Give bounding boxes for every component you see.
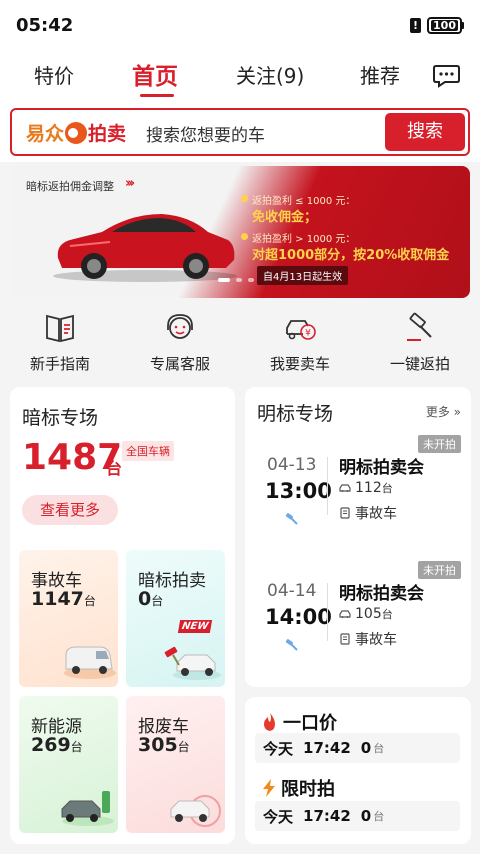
banner-highlight-2: 对超1000部分，按20%收取佣金 (252, 248, 450, 263)
bullet-icon (241, 195, 248, 202)
ev-car-icon (61, 791, 114, 826)
session-car-count: 112台 (339, 480, 393, 496)
brand-name-part1: 易众 (26, 123, 65, 145)
nav-beginner-guide[interactable]: 新手指南 (0, 312, 120, 374)
message-icon[interactable] (433, 64, 460, 88)
tile-accident-car[interactable]: 事故车 1147台 (19, 550, 118, 687)
divider (327, 583, 328, 641)
nav-label: 我要卖车 (269, 355, 330, 373)
car-hammer-icon (164, 646, 221, 680)
session-date: 04-14 (267, 581, 317, 601)
battery-level: 100 (431, 18, 458, 32)
customer-service-icon (167, 314, 193, 339)
status-indicators: ! 100 (410, 16, 464, 34)
lightning-icon (263, 779, 275, 797)
new-tag: NEW (177, 620, 213, 633)
session-title: 明标拍卖会 (339, 458, 424, 478)
tile-count: 305台 (138, 734, 190, 756)
promo-banner[interactable]: 暗标返拍佣金调整 ››› 返拍盈利 ≤ 1000 元： 免收佣金； 返拍盈利 >… (10, 166, 470, 298)
open-bid-card[interactable]: 明标专场 更多 » 未开拍 04-13 13:00 明标拍卖会 112台 事故车… (245, 387, 471, 687)
nav-sell-car[interactable]: ¥ 我要卖车 (240, 312, 360, 374)
deals-card: 一口价 今天 17:42 0台 限时拍 今天 17:42 0台 (245, 697, 471, 844)
chevrons-icon: ››› (125, 176, 135, 191)
van-icon (64, 646, 116, 679)
search-button[interactable]: 搜索 (385, 113, 465, 151)
brand-logo: 易众 拍卖 (26, 119, 126, 146)
search-input[interactable]: 搜索您想要的车 (146, 121, 265, 146)
fire-icon (264, 713, 275, 731)
brand-mark-icon (65, 121, 88, 144)
auction-hammer-icon (407, 312, 432, 341)
more-link[interactable]: 更多 » (426, 403, 461, 420)
battery-icon: 100 (427, 16, 464, 34)
tile-new-energy[interactable]: 新能源 269台 (19, 696, 118, 833)
count-unit: 台 (106, 459, 123, 478)
bullet-icon (241, 233, 248, 240)
status-time: 05:42 (16, 14, 74, 36)
fixed-price-title[interactable]: 一口价 (261, 709, 337, 735)
banner-tag: 暗标返拍佣金调整 (26, 180, 114, 193)
search-area: 易众 拍卖 搜索您想要的车 搜索 (0, 106, 480, 162)
tab-home[interactable]: 首页 (132, 57, 178, 91)
tile-count: 1147台 (31, 588, 96, 610)
session-category: 事故车 (339, 503, 397, 523)
tile-count: 269台 (31, 734, 83, 756)
sell-car-icon: ¥ (286, 320, 316, 340)
nav-label: 新手指南 (29, 355, 90, 373)
fixed-price-row[interactable]: 今天 17:42 0台 (255, 733, 460, 763)
banner-line-1: 返拍盈利 ≤ 1000 元： (252, 196, 356, 207)
battery-alert-icon: ! (410, 17, 422, 33)
session-time: 14:00 (265, 605, 332, 629)
nav-label: 一键返拍 (389, 355, 450, 373)
session-car-count: 105台 (339, 606, 393, 622)
hidden-bid-card[interactable]: 暗标专场 1487 台 全国车辆 查看更多 事故车 1147台 暗标拍卖 0台 … (10, 387, 235, 844)
hammer-icon (285, 639, 298, 651)
svg-text:¥: ¥ (305, 329, 311, 339)
session-time: 13:00 (265, 479, 332, 503)
status-badge: 未开拍 (418, 561, 461, 579)
red-sedan-image (53, 214, 237, 282)
banner-line-2: 返拍盈利 > 1000 元： (252, 234, 356, 245)
search-box[interactable]: 易众 拍卖 搜索您想要的车 搜索 (10, 108, 470, 156)
car-icon (339, 484, 351, 492)
banner-effective-date: 自4月13日起生效 (257, 266, 349, 285)
nationwide-badge: 全国车辆 (122, 441, 174, 461)
nav-label: 专属客服 (149, 355, 210, 373)
flash-auction-title[interactable]: 限时拍 (261, 775, 335, 801)
scrap-car-icon (170, 795, 221, 827)
tile-hidden-auction[interactable]: 暗标拍卖 0台 NEW (126, 550, 225, 687)
session-date: 04-13 (267, 455, 317, 475)
tab-specials[interactable]: 特价 (34, 60, 74, 89)
see-more-button[interactable]: 查看更多 (22, 495, 118, 525)
brand-name-part2: 拍卖 (88, 123, 127, 145)
divider (327, 457, 328, 515)
guide-book-icon (46, 314, 74, 343)
active-tab-indicator (140, 94, 174, 97)
status-badge: 未开拍 (418, 435, 461, 453)
car-icon (339, 610, 351, 618)
tab-recommended[interactable]: 推荐 (360, 60, 400, 89)
session-title: 明标拍卖会 (339, 584, 424, 604)
tab-following[interactable]: 关注(9) (236, 60, 304, 89)
status-bar: 05:42 ! 100 (0, 0, 480, 50)
card-title: 明标专场 (257, 403, 334, 425)
nav-one-click-relist[interactable]: 一键返拍 (360, 312, 480, 374)
banner-highlight-1: 免收佣金； (252, 210, 318, 225)
hammer-icon (285, 513, 298, 525)
session-item[interactable]: 未开拍 04-14 14:00 明标拍卖会 105台 事故车 (245, 561, 471, 691)
top-tab-bar: 特价 首页 关注(9) 推荐 (0, 50, 480, 106)
document-icon (340, 633, 350, 645)
tile-scrap-car[interactable]: 报废车 305台 (126, 696, 225, 833)
document-icon (340, 507, 350, 519)
carousel-dots (218, 278, 254, 282)
session-item[interactable]: 未开拍 04-13 13:00 明标拍卖会 112台 事故车 (245, 435, 471, 565)
session-category: 事故车 (339, 629, 397, 649)
flash-auction-row[interactable]: 今天 17:42 0台 (255, 801, 460, 831)
quick-nav: 新手指南 专属客服 ¥ 我要卖车 一键返拍 (0, 300, 480, 380)
tile-count: 0台 (138, 588, 164, 610)
card-title: 暗标专场 (22, 407, 99, 429)
nav-customer-service[interactable]: 专属客服 (120, 312, 240, 374)
